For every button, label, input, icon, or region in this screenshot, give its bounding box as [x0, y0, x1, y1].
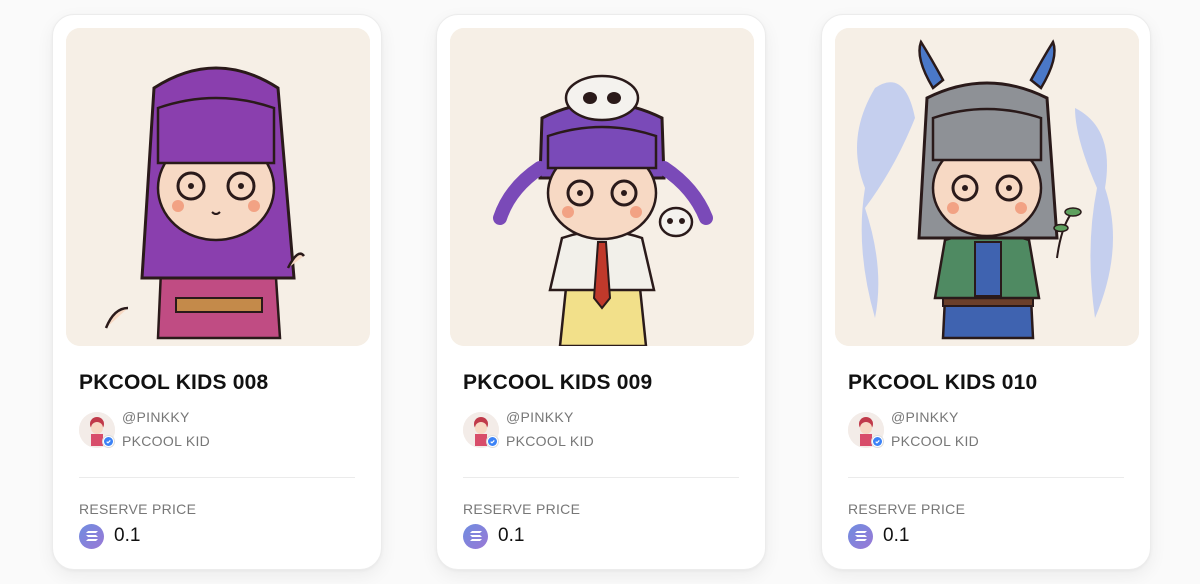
- solana-icon: [848, 523, 873, 549]
- nft-artwork[interactable]: [835, 28, 1139, 346]
- creator-info[interactable]: @PINKKY PKCOOL KID: [79, 408, 339, 458]
- collection-name[interactable]: PKCOOL KID: [122, 433, 210, 449]
- price-value: 0.1: [498, 525, 525, 546]
- nft-title[interactable]: PKCOOL KIDS 009: [463, 371, 652, 395]
- reserve-price-label: RESERVE PRICE: [79, 501, 197, 517]
- reserve-price-label: RESERVE PRICE: [463, 501, 581, 517]
- nft-card[interactable]: PKCOOL KIDS 008 @PINKKY PKCOOL KID RESER…: [52, 14, 382, 570]
- collection-name[interactable]: PKCOOL KID: [506, 433, 594, 449]
- price-row: 0.1: [79, 523, 140, 549]
- nft-title[interactable]: PKCOOL KIDS 008: [79, 371, 268, 395]
- nft-artwork[interactable]: [66, 28, 370, 346]
- creator-info[interactable]: @PINKKY PKCOOL KID: [463, 408, 723, 458]
- divider: [79, 477, 355, 478]
- girl-purple-hair-illustration: [66, 28, 370, 346]
- collection-name[interactable]: PKCOOL KID: [891, 433, 979, 449]
- nft-card[interactable]: PKCOOL KIDS 009 @PINKKY PKCOOL KID RESER…: [436, 14, 766, 570]
- solana-icon: [463, 523, 488, 549]
- price-value: 0.1: [114, 525, 141, 546]
- divider: [848, 477, 1124, 478]
- nft-artwork[interactable]: [450, 28, 754, 346]
- creator-handle[interactable]: @PINKKY: [891, 409, 959, 425]
- verified-check-icon: [102, 435, 115, 448]
- creator-handle[interactable]: @PINKKY: [506, 409, 574, 425]
- solana-icon: [79, 523, 104, 549]
- price-row: 0.1: [463, 523, 524, 549]
- divider: [463, 477, 739, 478]
- creator-handle[interactable]: @PINKKY: [122, 409, 190, 425]
- nft-title[interactable]: PKCOOL KIDS 010: [848, 371, 1037, 395]
- creator-info[interactable]: @PINKKY PKCOOL KID: [848, 408, 1108, 458]
- nft-card[interactable]: PKCOOL KIDS 010 @PINKKY PKCOOL KID RESER…: [821, 14, 1151, 570]
- girl-skull-illustration: [450, 28, 754, 346]
- verified-check-icon: [486, 435, 499, 448]
- price-value: 0.1: [883, 525, 910, 546]
- price-row: 0.1: [848, 523, 909, 549]
- reserve-price-label: RESERVE PRICE: [848, 501, 966, 517]
- verified-check-icon: [871, 435, 884, 448]
- girl-horns-illustration: [835, 28, 1139, 346]
